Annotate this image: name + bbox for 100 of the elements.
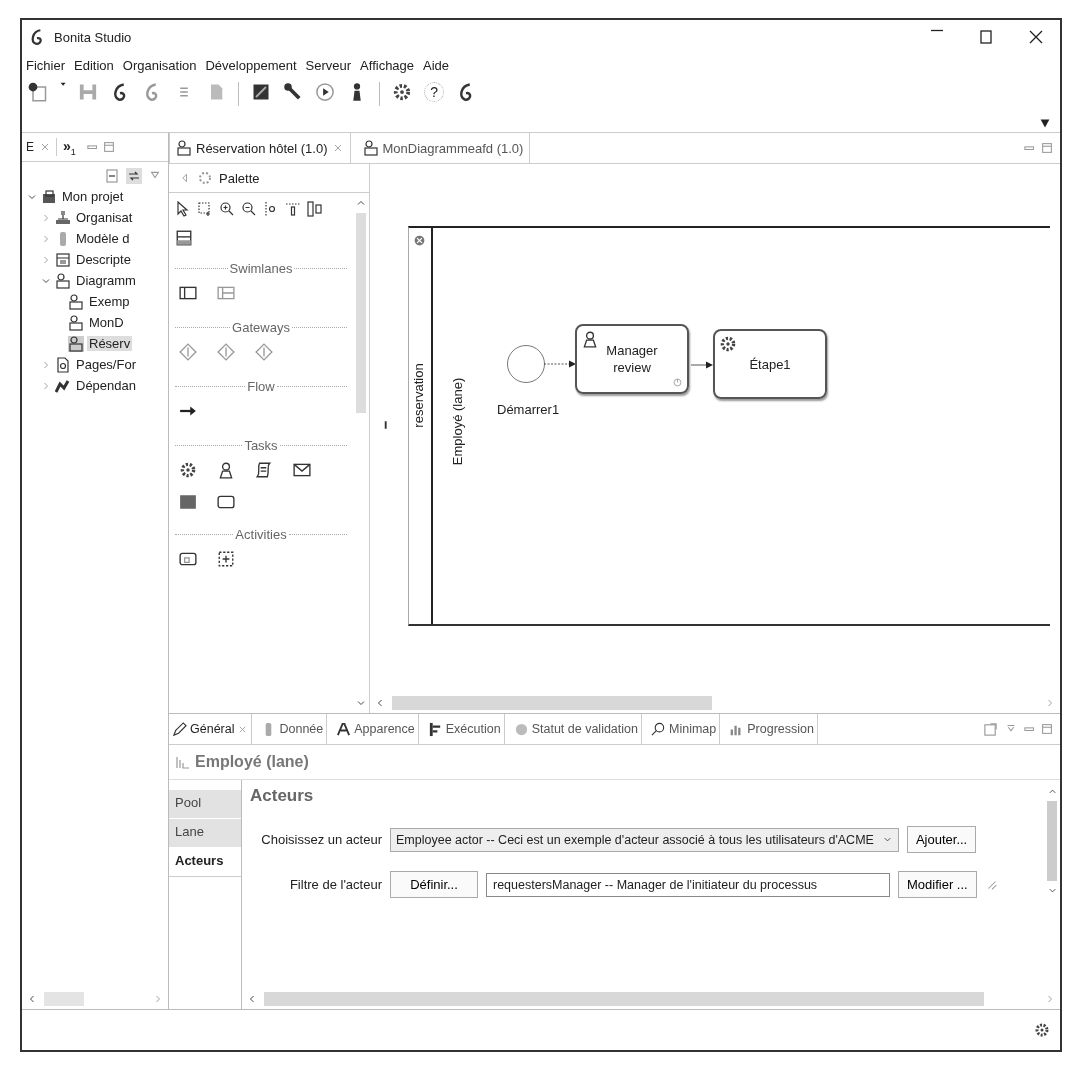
book-icon[interactable] — [251, 82, 272, 102]
gear-icon — [719, 335, 737, 353]
properties-tab[interactable]: Progression — [726, 714, 818, 744]
zoom-in-icon[interactable] — [219, 201, 235, 217]
tree-item[interactable]: Modèle d — [74, 231, 132, 246]
marquee-icon[interactable] — [197, 201, 213, 217]
menu-item[interactable]: Serveur — [305, 57, 352, 73]
scrollbar-thumb[interactable] — [392, 696, 712, 710]
new-window-icon[interactable] — [982, 721, 998, 737]
organization-icon — [55, 209, 71, 226]
envelope-icon[interactable] — [293, 461, 311, 479]
script-icon[interactable] — [255, 461, 273, 479]
define-button[interactable]: Définir... — [390, 871, 478, 898]
properties-tab[interactable]: Statut de validation — [510, 714, 642, 744]
add-button[interactable]: Ajouter... — [906, 826, 977, 853]
menu-item[interactable]: Fichier — [26, 57, 65, 73]
palette-section-label: Tasks — [244, 438, 278, 453]
task-box[interactable]: Étape1 — [713, 329, 827, 399]
person-icon[interactable] — [217, 461, 235, 479]
flow-arrow[interactable] — [691, 360, 713, 370]
pool-lanes-icon[interactable] — [217, 284, 235, 302]
tree-item[interactable]: Exemp — [87, 294, 132, 309]
properties-heading: Employé (lane) — [195, 753, 309, 771]
plus-box-icon[interactable] — [217, 550, 235, 568]
lane-icon[interactable] — [179, 284, 197, 302]
distribute-icon[interactable] — [307, 201, 323, 217]
minimize-icon[interactable] — [1023, 726, 1034, 732]
field-label: Filtre de l'acteur — [288, 877, 382, 892]
properties-tab[interactable]: Exécution — [424, 714, 505, 744]
diagram-icon — [68, 314, 84, 331]
section-title: Acteurs — [250, 786, 315, 806]
collapse-all-icon[interactable] — [104, 168, 120, 184]
close-icon[interactable] — [413, 234, 426, 247]
side-tab[interactable]: Pool — [169, 790, 241, 819]
lane-label: Employé (lane) — [449, 376, 465, 468]
shaded-box-icon[interactable] — [179, 493, 197, 511]
minimize-icon[interactable] — [86, 144, 98, 150]
scrollbar-thumb[interactable] — [356, 213, 366, 413]
menu-item[interactable]: Affichage — [360, 57, 415, 73]
gateway-icon[interactable] — [179, 343, 197, 361]
overflow-tabs-button[interactable]: »$_{1}$ — [56, 137, 82, 157]
gateway-icon[interactable] — [255, 343, 273, 361]
tree-item[interactable]: Diagramm — [74, 273, 138, 288]
properties-tab[interactable]: Minimap — [648, 714, 721, 744]
task-box[interactable]: Manager review — [575, 324, 689, 394]
properties-tab[interactable]: Apparence — [333, 714, 419, 744]
lane-icon — [175, 754, 191, 770]
close-icon[interactable] — [39, 141, 51, 153]
properties-tab[interactable]: Donnée — [258, 714, 328, 744]
scrollbar-thumb[interactable] — [1047, 801, 1057, 881]
tree-item[interactable]: Dépendan — [74, 378, 138, 393]
descriptor-icon — [55, 251, 71, 268]
tree-item[interactable]: Organisat — [74, 210, 135, 225]
maximize-icon[interactable] — [1040, 141, 1054, 155]
maximize-icon[interactable] — [102, 140, 117, 154]
save-icon[interactable] — [78, 82, 99, 102]
editor-tab[interactable]: Réservation hôtel (1.0) — [169, 133, 351, 163]
diagram-icon — [55, 272, 71, 289]
scrollbar-thumb[interactable] — [44, 992, 84, 1006]
caret-icon[interactable] — [60, 82, 67, 87]
flow-arrow[interactable] — [544, 359, 576, 369]
status-icon[interactable] — [1034, 1022, 1050, 1038]
task-label: Étape1 — [748, 355, 792, 373]
pen-icon — [172, 721, 187, 737]
menu-item[interactable]: Organisation — [122, 57, 197, 73]
tree-item[interactable]: Mon projet — [60, 189, 126, 204]
maximize-icon[interactable] — [1040, 722, 1054, 736]
filter-field[interactable]: requestersManager -- Manager de l'initiateur du processus — [486, 872, 890, 897]
pointer-icon[interactable] — [175, 201, 191, 217]
tree-item[interactable]: Pages/For — [74, 357, 138, 372]
zoom-out-icon[interactable] — [241, 201, 257, 217]
play-icon[interactable] — [315, 82, 336, 102]
menu-item[interactable]: Développement — [205, 57, 297, 73]
gear-icon[interactable] — [179, 461, 197, 479]
side-tab[interactable]: Lane — [169, 819, 241, 848]
magnifier-icon — [651, 721, 666, 737]
minimize-icon[interactable] — [1023, 145, 1034, 151]
scrollbar-thumb[interactable] — [264, 992, 984, 1006]
tree-item[interactable]: Descripte — [74, 252, 133, 267]
pool-icon[interactable] — [175, 229, 193, 247]
gateway-icon[interactable] — [217, 343, 235, 361]
subprocess-icon[interactable] — [179, 550, 197, 568]
loop-mark-icon — [672, 377, 683, 388]
gear-icon[interactable] — [392, 82, 413, 102]
maximize-icon — [978, 29, 994, 45]
menu-item[interactable]: Aide — [423, 57, 450, 73]
diagram-icon — [362, 140, 379, 156]
actor-dropdown[interactable]: Employee actor -- Ceci est un exemple d'acteur associé à tous les utilisateurs d'ACME — [390, 827, 899, 852]
menu-item[interactable]: Edition — [74, 57, 114, 73]
tree-item[interactable]: MonD — [87, 315, 126, 330]
align-top-icon[interactable] — [285, 201, 301, 217]
tree-item[interactable]: Réserv — [87, 336, 133, 351]
rounded-box-icon[interactable] — [217, 493, 235, 511]
properties-tab[interactable]: Général — [169, 714, 253, 744]
explorer-tab[interactable]: E — [26, 140, 34, 154]
new-document-icon[interactable] — [28, 82, 48, 102]
modify-button[interactable]: Modifier ... — [898, 871, 977, 898]
editor-tab[interactable]: MonDiagrammeafd (1.0) — [356, 133, 531, 163]
palette-section-label: Gateways — [232, 320, 290, 335]
link-icon[interactable] — [126, 168, 142, 184]
